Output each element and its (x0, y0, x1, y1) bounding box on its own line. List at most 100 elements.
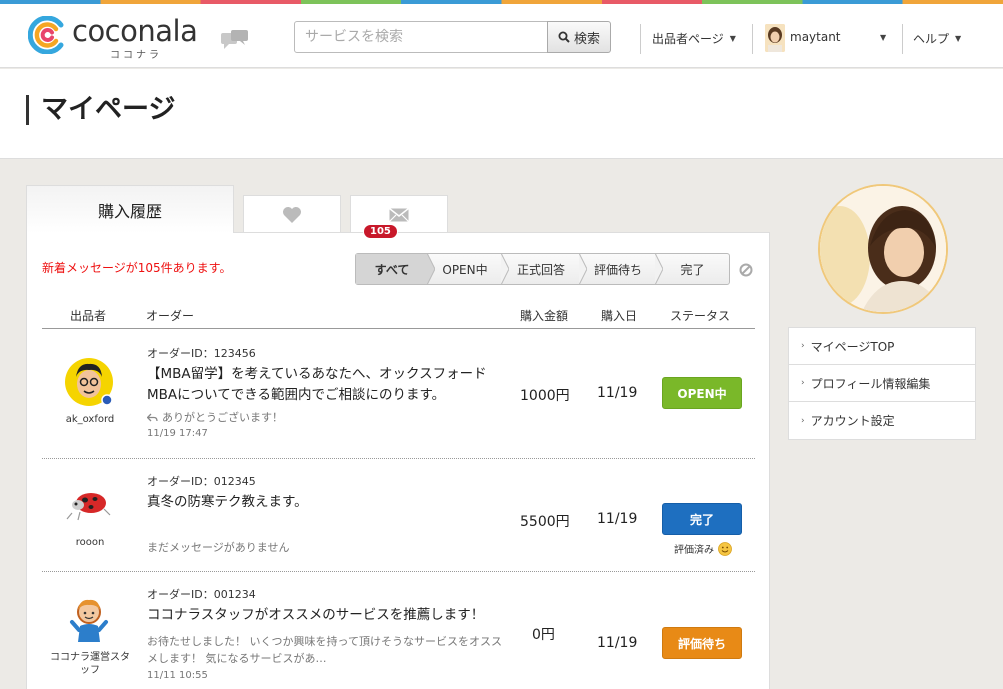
sidebar-item-label: プロフィール情報編集 (810, 376, 931, 391)
page-title-bar: マイページ (0, 69, 1003, 159)
reply-icon (147, 413, 158, 421)
seller-avatar[interactable] (64, 479, 114, 529)
tab-purchase-history[interactable]: 購入履歴 (26, 185, 234, 233)
review-status: 評価済み (674, 541, 732, 556)
status-awaiting-review-button[interactable]: 評価待ち (662, 627, 742, 659)
seller-name[interactable]: ak_oxford (50, 413, 130, 426)
logo-text: coconala (72, 14, 198, 48)
seller-avatar[interactable] (64, 357, 114, 407)
purchase-date: 11/19 (597, 511, 638, 527)
order-id: オーダーID：012345 (147, 475, 256, 488)
order-id: オーダーID：001234 (147, 588, 256, 601)
seller-name[interactable]: ココナラ運営スタッフ (50, 651, 130, 677)
order-title[interactable]: 真冬の防寒テク教えます。 (147, 492, 507, 513)
latest-message: ありがとうございます！ (147, 409, 507, 426)
order-id: オーダーID：123456 (147, 347, 256, 360)
segment-divider (501, 253, 509, 285)
user-avatar[interactable] (765, 24, 785, 52)
filter-awaiting-review[interactable]: 評価待ち (580, 253, 663, 285)
nav-help-label: ヘルプ (913, 32, 950, 46)
caret-down-icon[interactable]: ▼ (880, 33, 886, 42)
smiley-icon (718, 541, 732, 556)
order-title[interactable]: ココナラスタッフがオススメのサービスを推薦します！ (147, 605, 507, 626)
table-row[interactable]: rooon オーダーID：012345 真冬の防寒テク教えます。 まだメッセージ… (42, 459, 755, 572)
tab-favorites[interactable] (243, 195, 341, 233)
segment-divider (427, 253, 435, 285)
coconala-logo-icon (28, 16, 64, 54)
nav-user-menu[interactable]: maytant (790, 30, 841, 44)
purchase-price: 0円 (532, 627, 555, 643)
sidebar-item-label: マイページTOP (810, 339, 895, 354)
latest-message: まだメッセージがありません (147, 541, 290, 554)
header-seller: 出品者 (70, 309, 107, 323)
purchase-date: 11/19 (597, 385, 638, 401)
filter-complete[interactable]: 完了 (656, 254, 729, 284)
profile-photo[interactable] (818, 184, 948, 314)
status-complete-button[interactable]: 完了 (662, 503, 742, 535)
user-avatar-image (765, 24, 785, 52)
status-open-button[interactable]: OPEN中 (662, 377, 742, 409)
profile-photo-image (820, 186, 946, 312)
nav-divider (752, 24, 753, 54)
header-date: 購入日 (601, 309, 638, 323)
order-title[interactable]: 【MBA留学】を考えているあなたへ、オックスフォードMBAについてできる範囲内で… (147, 364, 507, 406)
chevron-right-icon: › (801, 378, 805, 388)
caret-down-icon: ▼ (955, 34, 962, 43)
purchase-price: 5500円 (520, 514, 570, 530)
filter-open[interactable]: OPEN中 (428, 253, 509, 285)
search-form: 検索 (294, 21, 611, 53)
new-message-notice[interactable]: 新着メッセージが105件あります。 (42, 259, 231, 276)
search-input[interactable] (294, 21, 548, 53)
sidebar-item-label: アカウント設定 (810, 414, 895, 428)
nav-divider (640, 24, 641, 54)
sidebar-item-account-settings[interactable]: › アカウント設定 (789, 402, 975, 439)
filter-all-label: すべて (374, 262, 410, 277)
sidebar-item-mypage-top[interactable]: › マイページTOP (789, 328, 975, 365)
filter-formal-answer[interactable]: 正式回答 (502, 253, 587, 285)
header-price: 購入金額 (520, 309, 569, 323)
coconala-logo[interactable]: coconala ココナラ (28, 14, 208, 61)
mypage-side-menu: › マイページTOP › プロフィール情報編集 › アカウント設定 (788, 327, 976, 440)
purchase-price: 1000円 (520, 388, 570, 404)
review-status-text: 評価済み (674, 545, 714, 556)
table-row[interactable]: ココナラ運営スタッフ オーダーID：001234 ココナラスタッフがオススメのサ… (42, 572, 755, 689)
envelope-icon (389, 207, 409, 222)
filter-open-label: OPEN中 (442, 262, 488, 277)
seller-avatar[interactable] (64, 594, 114, 644)
nav-help[interactable]: ヘルプ ▼ (913, 30, 961, 47)
heart-icon (283, 206, 301, 223)
ban-icon[interactable] (739, 263, 753, 277)
latest-message-text: ありがとうございます！ (162, 411, 283, 424)
nav-seller-label: 出品者ページ (652, 32, 724, 46)
filter-complete-label: 完了 (680, 262, 705, 277)
table-row[interactable]: ak_oxford オーダーID：123456 【MBA留学】を考えているあなた… (42, 330, 755, 459)
complete-count-badge: 105 (363, 224, 398, 239)
purchase-date: 11/19 (597, 635, 638, 651)
filter-formal-answer-label: 正式回答 (516, 262, 565, 277)
search-button[interactable]: 検索 (547, 21, 611, 53)
nav-seller-page[interactable]: 出品者ページ ▼ (652, 30, 736, 47)
purchase-history-panel: 新着メッセージが105件あります。 すべて OPEN中 正式回答 評価待ち 完了… (26, 224, 770, 689)
message-time: 11/11 10:55 (147, 670, 208, 681)
filter-all[interactable]: すべて (356, 253, 435, 285)
segment-divider (579, 253, 587, 285)
message-time: 11/19 17:47 (147, 428, 208, 439)
chevron-right-icon: › (801, 341, 805, 351)
chat-bubbles-icon[interactable] (221, 30, 249, 50)
search-icon (558, 31, 570, 43)
tab-purchase-history-label: 購入履歴 (97, 201, 162, 221)
site-header: coconala ココナラ 検索 出品者ページ ▼ maytant (0, 4, 1003, 68)
nav-divider (902, 24, 903, 54)
chevron-right-icon: › (801, 415, 805, 426)
header-status: ステータス (670, 309, 731, 323)
caret-down-icon: ▼ (729, 34, 736, 43)
sidebar-item-profile-edit[interactable]: › プロフィール情報編集 (789, 365, 975, 402)
logo-kana: ココナラ (110, 50, 162, 61)
nav-username: maytant (790, 30, 841, 44)
seller-name[interactable]: rooon (50, 536, 130, 549)
page-title: マイページ (26, 95, 175, 125)
filter-awaiting-review-label: 評価待ち (593, 262, 642, 277)
table-header: 出品者 オーダー 購入金額 購入日 ステータス (42, 305, 755, 329)
segment-divider (655, 253, 663, 285)
header-order: オーダー (146, 309, 195, 323)
